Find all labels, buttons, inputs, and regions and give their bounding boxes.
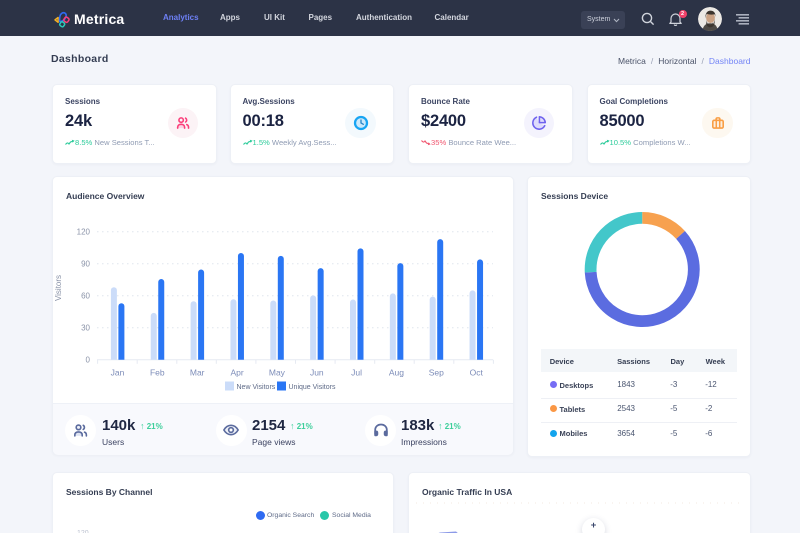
svg-text:90: 90 bbox=[81, 260, 90, 269]
svg-text:Sep: Sep bbox=[429, 368, 444, 378]
svg-text:120: 120 bbox=[77, 228, 91, 237]
svg-text:Jan: Jan bbox=[111, 368, 125, 378]
svg-text:Oct: Oct bbox=[470, 368, 484, 378]
svg-text:May: May bbox=[269, 368, 286, 378]
svg-text:60: 60 bbox=[81, 292, 90, 301]
svg-text:0: 0 bbox=[86, 356, 91, 365]
svg-text:Visitors: Visitors bbox=[54, 275, 63, 301]
svg-text:Jul: Jul bbox=[351, 368, 362, 378]
svg-text:Aug: Aug bbox=[389, 368, 404, 378]
svg-text:Jun: Jun bbox=[310, 368, 324, 378]
svg-text:Apr: Apr bbox=[230, 368, 243, 378]
svg-text:Mar: Mar bbox=[190, 368, 205, 378]
svg-text:New Visitors: New Visitors bbox=[237, 384, 276, 391]
svg-text:Unique Visitors: Unique Visitors bbox=[289, 384, 336, 391]
svg-text:30: 30 bbox=[81, 324, 90, 333]
svg-text:Feb: Feb bbox=[150, 368, 165, 378]
